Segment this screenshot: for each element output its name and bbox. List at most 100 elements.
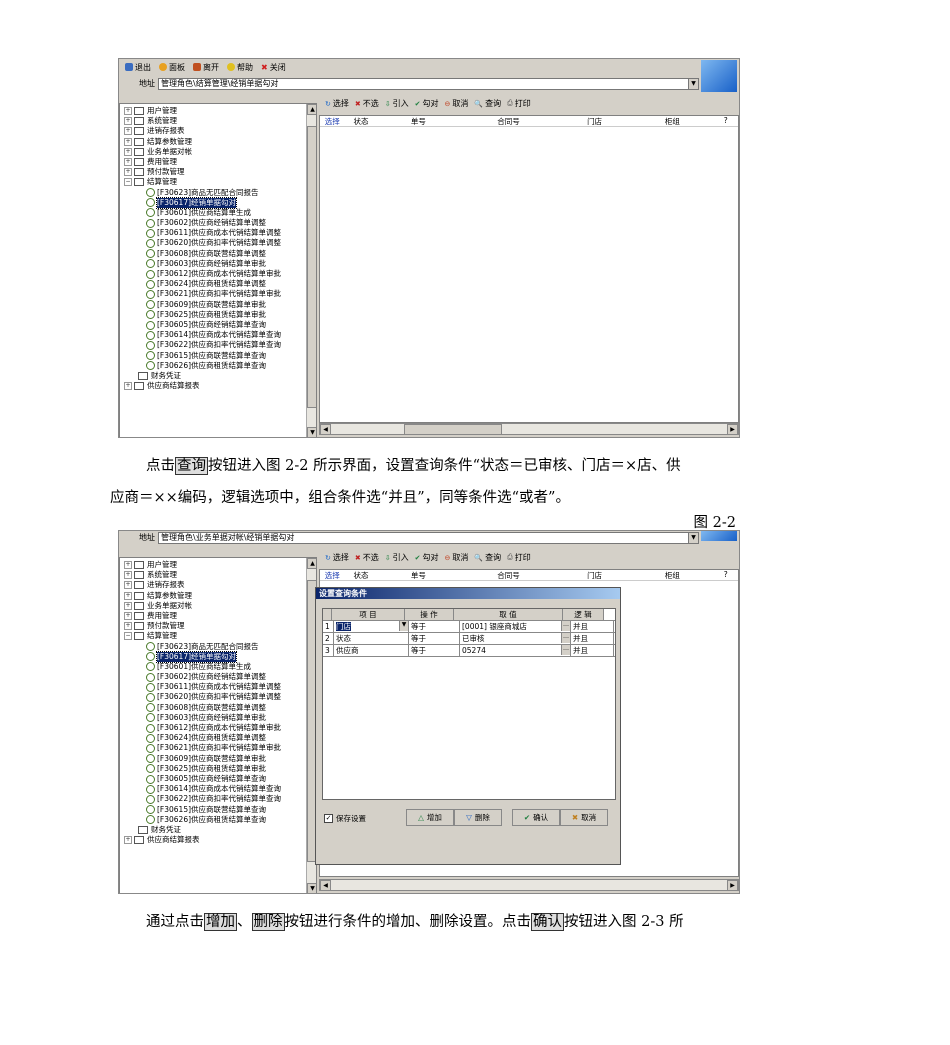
tree-node[interactable]: [F30625]供应商租赁结算单审批 [124, 764, 281, 774]
scroll-right-icon[interactable]: ▶ [727, 424, 738, 435]
tree-node[interactable]: [F30605]供应商经销结算单查询 [124, 774, 281, 784]
expand-icon[interactable]: + [124, 601, 132, 610]
action-button[interactable]: ⎙ 打印 [507, 98, 531, 109]
scroll-down-icon[interactable]: ▼ [307, 883, 316, 893]
close-button[interactable]: ✖ 关闭 [261, 62, 286, 73]
tree-node[interactable]: [F30601]供应商结算单生成 [124, 662, 281, 672]
scroll-up-icon[interactable]: ▲ [307, 558, 316, 569]
expand-icon[interactable]: + [124, 107, 132, 116]
condition-row[interactable]: 3 供应商 等于 05274 … 并且 [323, 645, 615, 657]
grid-hscrollbar[interactable]: ◀ ▶ [319, 423, 739, 435]
scroll-thumb[interactable] [404, 424, 502, 435]
tree-node[interactable]: + 结算参数管理 [124, 591, 281, 601]
tree-scrollbar[interactable]: ▲ ▼ [306, 104, 316, 437]
tree-node[interactable]: + 预付款管理 [124, 167, 281, 177]
grid-column-header[interactable]: ? [713, 570, 738, 580]
expand-icon[interactable]: + [124, 571, 132, 580]
expand-icon[interactable]: + [124, 836, 132, 845]
expand-icon[interactable]: + [124, 137, 132, 146]
tree-node[interactable]: [F30622]供应商扣率代销结算单查询 [124, 794, 281, 804]
tree-node[interactable]: [F30608]供应商联营结算单调整 [124, 249, 281, 259]
condition-cell-logic[interactable]: 并且 [571, 633, 614, 644]
grid-column-header[interactable]: 门店 [558, 116, 632, 126]
tree-node[interactable]: [F30614]供应商成本代销结算单查询 [124, 330, 281, 340]
chevron-down-icon[interactable]: ▼ [688, 78, 698, 89]
tree-node[interactable]: [F30601]供应商结算单生成 [124, 208, 281, 218]
condition-cell-item[interactable]: 状态 [334, 633, 409, 644]
collapse-icon[interactable]: − [124, 178, 132, 187]
scroll-thumb[interactable] [307, 126, 316, 408]
tree-node[interactable]: [F30611]供应商成本代销结算单调整 [124, 682, 281, 692]
scroll-right-icon[interactable]: ▶ [727, 880, 738, 891]
tree-node[interactable]: [F30617]经销单据勾对 [124, 196, 281, 209]
tree-node[interactable]: [F30626]供应商租赁结算单查询 [124, 361, 281, 371]
tree-node[interactable]: + 用户管理 [124, 106, 281, 116]
grid-column-header[interactable]: 选择 [320, 570, 345, 580]
tree-node[interactable]: [F30626]供应商租赁结算单查询 [124, 815, 281, 825]
expand-icon[interactable]: + [124, 117, 132, 126]
expand-icon[interactable]: + [124, 591, 132, 600]
action-button[interactable]: ⎙ 打印 [507, 552, 531, 563]
condition-cell-logic[interactable]: 并且 [571, 621, 614, 632]
cancel-button[interactable]: ✖ 取消 [560, 809, 608, 826]
tree-node[interactable]: [F30603]供应商经销结算单审批 [124, 259, 281, 269]
action-button[interactable]: ✔ 勾对 [415, 98, 439, 109]
tree-node[interactable]: [F30623]商品无匹配合同报告 [124, 642, 281, 652]
tree-node[interactable]: + 用户管理 [124, 560, 281, 570]
save-settings-checkbox[interactable]: ✓ 保存设置 [324, 813, 366, 824]
nav-tree[interactable]: + 用户管理 + 系统管理 + 进销存报表 + 结算参数管理 + 业务单据对帐 + 费用管理 + 预付款管… [119, 557, 317, 893]
tree-node[interactable]: [F30608]供应商联营结算单调整 [124, 703, 281, 713]
grid-column-header[interactable]: 门店 [558, 570, 632, 580]
tree-node[interactable]: + 预付款管理 [124, 621, 281, 631]
grid-column-header[interactable]: 合同号 [459, 116, 557, 126]
tree-node[interactable]: − 结算管理 [124, 177, 281, 187]
condition-cell-item[interactable]: 门店 ▼ [334, 621, 409, 632]
grid-column-header[interactable]: ? [713, 116, 738, 126]
tree-node[interactable]: [F30622]供应商扣率代销结算单查询 [124, 340, 281, 350]
expand-icon[interactable]: + [124, 612, 132, 621]
grid-column-header[interactable]: 状态 [345, 570, 378, 580]
address-input[interactable]: 管理角色\业务单据对帐\经销单据勾对 ▼ [158, 531, 699, 544]
action-button[interactable]: 🔍 查询 [474, 552, 501, 563]
tree-node[interactable]: [F30621]供应商扣率代销结算单审批 [124, 743, 281, 753]
condition-cell-op[interactable]: 等于 [409, 633, 460, 644]
grid-column-header[interactable]: 合同号 [459, 570, 557, 580]
expand-icon[interactable]: + [124, 581, 132, 590]
scroll-left-icon[interactable]: ◀ [320, 424, 331, 435]
tree-node[interactable]: + 费用管理 [124, 157, 281, 167]
tree-node[interactable]: + 进销存报表 [124, 580, 281, 590]
expand-icon[interactable]: + [124, 158, 132, 167]
action-button[interactable]: 🔍 查询 [474, 98, 501, 109]
chevron-down-icon[interactable]: ▼ [399, 621, 408, 631]
condition-table[interactable]: 项 目操 作取 值逻 辑 1 门店 ▼ 等于 [0001] 银座商城店… 并且 2 状态 等于 已审… [322, 608, 616, 800]
tree-node[interactable]: [F30620]供应商扣率代销结算单调整 [124, 692, 281, 703]
scroll-left-icon[interactable]: ◀ [320, 880, 331, 891]
nav-tree[interactable]: + 用户管理 + 系统管理 + 进销存报表 + 结算参数管理 + 业务单据对帐 + 费用管理 + 预付款管… [119, 103, 317, 437]
action-button[interactable]: ↻ 选择 [325, 98, 349, 109]
condition-cell-op[interactable]: 等于 [409, 645, 460, 656]
tree-node[interactable]: [F30605]供应商经销结算单查询 [124, 320, 281, 330]
delete-button[interactable]: ▽ 删除 [454, 809, 502, 826]
panel-button[interactable]: 面板 [159, 62, 185, 73]
grid-hscrollbar[interactable]: ◀ ▶ [319, 879, 739, 891]
tree-node[interactable]: [F30620]供应商扣率代销结算单调整 [124, 238, 281, 249]
tree-node[interactable]: [F30612]供应商成本代销结算单审批 [124, 723, 281, 733]
tree-node[interactable]: + 供应商结算报表 [124, 381, 281, 391]
tree-node[interactable]: + 系统管理 [124, 116, 281, 126]
action-button[interactable]: ↻ 选择 [325, 552, 349, 563]
expand-icon[interactable]: + [124, 622, 132, 631]
tree-node[interactable]: + 结算参数管理 [124, 137, 281, 147]
grid-column-header[interactable]: 选择 [320, 116, 345, 126]
condition-row[interactable]: 2 状态 等于 已审核 … 并且 [323, 633, 615, 645]
grid-column-header[interactable]: 状态 [345, 116, 378, 126]
tree-node[interactable]: [F30624]供应商租赁结算单调整 [124, 733, 281, 743]
tree-node[interactable]: [F30612]供应商成本代销结算单审批 [124, 269, 281, 279]
tree-node[interactable]: 财务凭证 [124, 371, 281, 381]
collapse-icon[interactable]: − [124, 632, 132, 641]
checkbox-icon[interactable]: ✓ [324, 814, 333, 823]
action-button[interactable]: ✔ 勾对 [415, 552, 439, 563]
tree-node[interactable]: [F30621]供应商扣率代销结算单审批 [124, 289, 281, 299]
ellipsis-icon[interactable]: … [561, 645, 570, 655]
tree-node[interactable]: [F30623]商品无匹配合同报告 [124, 188, 281, 198]
expand-icon[interactable]: + [124, 127, 132, 136]
